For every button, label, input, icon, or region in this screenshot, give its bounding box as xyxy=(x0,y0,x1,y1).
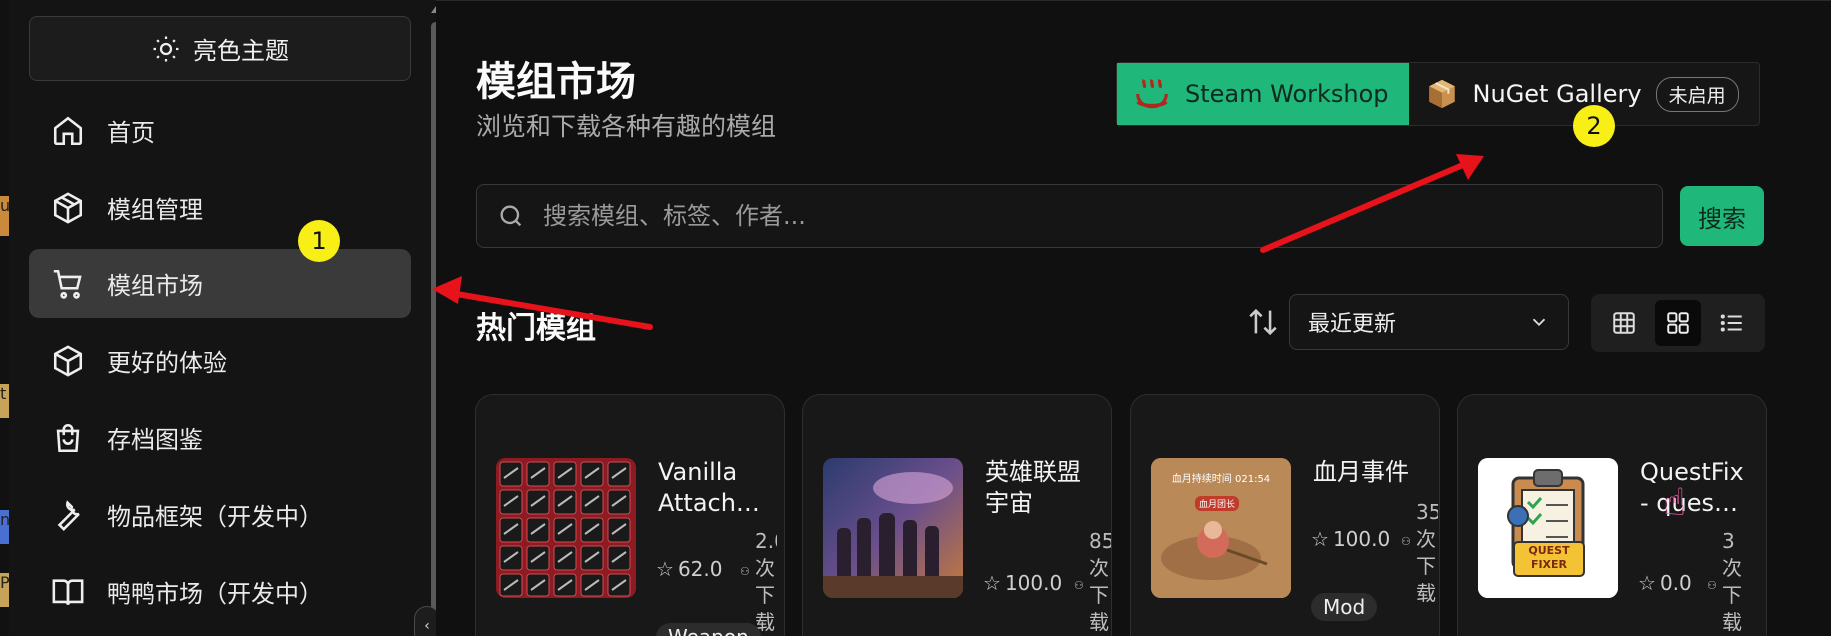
user-icon: ⚇ xyxy=(1707,579,1717,592)
table-view-button[interactable] xyxy=(1601,300,1647,346)
home-icon xyxy=(53,116,83,145)
annotation-marker-1: 1 xyxy=(298,220,340,262)
edge-fragment: P xyxy=(0,573,9,607)
search-input[interactable] xyxy=(543,202,1643,230)
star-icon: ☆ xyxy=(1311,527,1329,551)
tab-label: NuGet Gallery xyxy=(1472,80,1642,108)
sidebar-item-label: 鸭鸭市场（开发中） xyxy=(107,580,323,608)
tab-steam-workshop[interactable]: Steam Workshop xyxy=(1117,63,1409,125)
edge-fragment: u xyxy=(0,196,9,236)
sidebar-item-label: 存档图鉴 xyxy=(107,426,203,454)
user-icon: ⚇ xyxy=(1401,535,1411,548)
star-icon: ☆ xyxy=(656,557,674,581)
pointer-cursor-icon: ☝ xyxy=(1663,480,1687,524)
steam-icon xyxy=(1136,79,1168,109)
mod-tag: Mod xyxy=(1311,593,1378,621)
cart-icon xyxy=(53,269,82,299)
champions-image xyxy=(823,458,963,598)
sort-select[interactable]: 最近更新 xyxy=(1289,294,1569,350)
mod-title: QuestFix - ques… xyxy=(1640,458,1744,517)
mod-rating: ☆ 0.0 xyxy=(1638,571,1692,595)
mod-rating: ☆ 100.0 xyxy=(983,571,1063,595)
mod-tag: Weapon xyxy=(656,623,761,636)
theme-toggle-button[interactable]: 亮色主题 xyxy=(29,16,411,81)
chevron-down-icon xyxy=(1532,318,1546,327)
weapon-grid-image xyxy=(496,458,636,598)
mod-downloads: 85次下载 xyxy=(1089,529,1111,634)
sidebar-item-better-experience[interactable]: 更好的体验 xyxy=(29,326,411,395)
chevron-left-icon: ‹ xyxy=(424,618,430,634)
sort-selected-value: 最近更新 xyxy=(1308,312,1397,337)
mod-rating: ☆ 100.0 xyxy=(1311,527,1391,551)
user-icon: ⚇ xyxy=(1074,579,1084,592)
sidebar: 亮色主题 首页 模组管理 模组市场 更好的体验 存档图鉴 物品框架（开发中） 鸭… xyxy=(9,0,441,636)
sidebar-item-duck-market[interactable]: 鸭鸭市场（开发中） xyxy=(29,557,411,626)
mod-card[interactable]: Vanilla Attach… ☆62.0 ⚇ 2.0次下载 Weapon xyxy=(475,394,785,636)
page-title: 模组市场 xyxy=(476,59,636,105)
source-tabs: Steam Workshop NuGet Gallery 未启用 xyxy=(1116,62,1760,126)
sidebar-item-home[interactable]: 首页 xyxy=(29,96,411,165)
mod-thumbnail: QUEST FIXER xyxy=(1478,458,1618,598)
main-content: 模组市场 浏览和下载各种有趣的模组 Steam Workshop NuGet G… xyxy=(436,0,1831,636)
sidebar-item-label: 更好的体验 xyxy=(107,349,227,377)
wrench-icon xyxy=(57,499,80,531)
user-icon: ⚇ xyxy=(740,565,750,578)
list-view-icon xyxy=(1720,314,1742,332)
mod-downloads: 3次下载 xyxy=(1722,529,1742,634)
theme-toggle-label: 亮色主题 xyxy=(193,37,289,65)
mod-thumbnail xyxy=(823,458,963,598)
star-icon: ☆ xyxy=(1638,571,1656,595)
table-view-icon xyxy=(1613,312,1635,334)
sidebar-item-label: 物品框架（开发中） xyxy=(107,503,323,531)
sort-icon[interactable] xyxy=(1246,305,1280,339)
sidebar-item-label: 首页 xyxy=(107,119,155,147)
mod-rating: ☆ 62.0 xyxy=(656,557,723,581)
thumb-timer-text: 血月持续时间 021:54 xyxy=(1171,474,1271,485)
section-title: 热门模组 xyxy=(476,311,596,346)
thumb-badge-text: 血月团长 xyxy=(1195,496,1240,511)
mod-downloads: 2.0次下载 xyxy=(755,529,777,634)
sidebar-item-label: 模组市场 xyxy=(107,272,203,300)
list-view-button[interactable] xyxy=(1709,300,1755,346)
quest-fixer-image xyxy=(1478,458,1618,598)
mod-card[interactable]: 英雄联盟宇宙 ☆100.0 ⚇ 85次下载 xyxy=(802,394,1112,636)
mod-card[interactable]: 血月持续时间 021:54 血月团长 血月事件 ☆100.0 ⚇ 35次下载 M… xyxy=(1130,394,1440,636)
sidebar-item-mod-management[interactable]: 模组管理 xyxy=(29,173,411,242)
bag-icon xyxy=(56,423,80,452)
sidebar-item-mod-market[interactable]: 模组市场 xyxy=(29,249,411,318)
search-field[interactable] xyxy=(476,184,1663,248)
sun-icon xyxy=(153,36,179,61)
mod-downloads: 35次下载 xyxy=(1416,500,1438,605)
status-badge: 未启用 xyxy=(1655,76,1739,112)
grid-view-icon xyxy=(1667,312,1689,334)
annotation-marker-2: 2 xyxy=(1573,105,1615,147)
grid-view-button[interactable] xyxy=(1655,300,1701,346)
edge-fragment: t xyxy=(0,384,9,418)
search-icon xyxy=(500,205,522,227)
package-box-icon xyxy=(1428,79,1455,109)
mod-thumbnail xyxy=(496,458,636,598)
package-icon xyxy=(53,191,83,224)
mod-thumbnail: 血月持续时间 021:54 血月团长 xyxy=(1151,458,1291,598)
book-icon xyxy=(52,578,84,605)
mod-card[interactable]: QUEST FIXER QuestFix - ques… ☆ 0.0 ⚇ 3次下载 xyxy=(1457,394,1767,636)
box-icon xyxy=(53,344,83,377)
mod-title: 血月事件 xyxy=(1313,458,1409,486)
star-icon: ☆ xyxy=(983,571,1001,595)
page-subtitle: 浏览和下载各种有趣的模组 xyxy=(476,112,777,141)
thumb-logo-text: QUEST FIXER xyxy=(1528,544,1570,571)
search-button[interactable]: 搜索 xyxy=(1680,186,1764,246)
edge-fragment: n xyxy=(0,510,9,544)
mod-title: 英雄联盟宇宙 xyxy=(985,458,1081,517)
mod-title: Vanilla Attach… xyxy=(658,458,760,517)
view-mode-toggle xyxy=(1591,294,1765,352)
sidebar-item-item-framework[interactable]: 物品框架（开发中） xyxy=(29,480,411,549)
tab-label: Steam Workshop xyxy=(1185,80,1389,108)
sidebar-item-save-gallery[interactable]: 存档图鉴 xyxy=(29,403,411,472)
sidebar-item-label: 模组管理 xyxy=(107,196,203,224)
